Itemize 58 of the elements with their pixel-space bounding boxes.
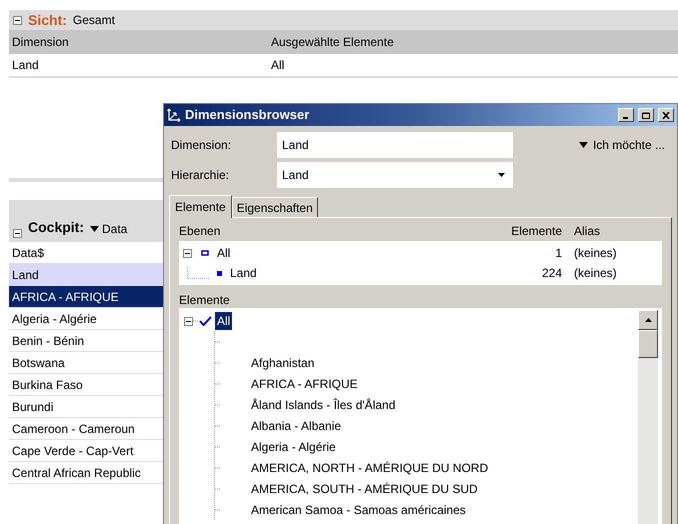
level-count: 1 — [554, 245, 562, 262]
caret-icon — [578, 142, 588, 148]
hierarchy-dropdown[interactable]: Land — [277, 162, 513, 188]
caret-icon — [90, 226, 99, 232]
tree-connector-icon — [193, 320, 199, 322]
field-label: Dimension: — [170, 137, 232, 154]
close-icon — [662, 112, 670, 118]
column-header: Alias — [573, 223, 602, 240]
minimize-button[interactable] — [618, 108, 634, 122]
column-header: Ebenen — [179, 223, 222, 240]
level-name: All — [217, 245, 232, 262]
dimension-field[interactable]: Land — [277, 132, 513, 158]
table-cell-text: Land — [11, 57, 40, 74]
tree-item[interactable]: AMERICA, SOUTH - AMÉRIQUE DU SUD — [251, 480, 478, 498]
tree-item[interactable]: All — [215, 312, 232, 330]
collapse-icon[interactable] — [13, 16, 22, 24]
list-row[interactable]: AFRICA - AFRIQUE — [9, 286, 163, 308]
tree-item[interactable]: American Samoa - Samoas américaines — [251, 500, 466, 518]
column-header: Ausgewählte Elemente — [271, 34, 394, 51]
level-name: Land — [230, 265, 258, 282]
maximize-button[interactable] — [638, 108, 654, 122]
level-alias: (keines) — [573, 265, 618, 282]
tree-item[interactable]: AFRICA - AFRIQUE — [251, 374, 358, 392]
data-dropdown[interactable]: Data — [90, 220, 128, 238]
level-count: 224 — [540, 265, 562, 282]
collapse-icon[interactable] — [183, 248, 192, 258]
view-name: Gesamt — [72, 12, 115, 29]
window-title: Dimensionsbrowser — [185, 106, 310, 124]
dimension-icon — [167, 108, 181, 122]
maximize-icon — [642, 112, 650, 118]
tree-item[interactable]: Albania - Albanie — [251, 416, 342, 434]
level-alias: (keines) — [573, 245, 618, 262]
level-icon — [217, 270, 222, 276]
tree-connector-icon — [187, 267, 209, 279]
scroll-up-button[interactable] — [638, 310, 658, 330]
dropdown-arrow-icon — [498, 173, 505, 177]
tree-item[interactable]: Algeria - Algérie — [251, 438, 336, 456]
tree-item[interactable]: Afghanistan — [251, 354, 314, 372]
up-arrow-icon — [644, 318, 652, 322]
scrollbar[interactable] — [638, 310, 658, 524]
scroll-thumb[interactable] — [638, 330, 658, 358]
column-header: Elemente — [510, 223, 562, 240]
cockpit-label: Cockpit: — [28, 218, 84, 237]
table-cell-text: All — [271, 57, 284, 74]
collapse-icon[interactable] — [13, 229, 22, 238]
level-icon — [201, 250, 209, 256]
collapse-icon[interactable] — [184, 316, 193, 326]
tab[interactable]: Eigenschaften — [232, 197, 318, 217]
section-label: Elemente — [179, 292, 231, 308]
close-button[interactable] — [658, 108, 674, 122]
list-row[interactable]: Land — [9, 264, 163, 286]
tree-item[interactable]: AMERICA, NORTH - AMÉRIQUE DU NORD — [251, 458, 488, 476]
view-label: Sicht: — [28, 10, 67, 30]
column-header: Dimension — [11, 34, 70, 51]
action-menu-button[interactable]: Ich möchte ... — [578, 132, 665, 158]
field-label: Hierarchie: — [170, 167, 230, 184]
tab[interactable]: Elemente — [169, 195, 232, 218]
tree-item[interactable]: Åland Islands - Îles d'Åland — [251, 396, 396, 414]
